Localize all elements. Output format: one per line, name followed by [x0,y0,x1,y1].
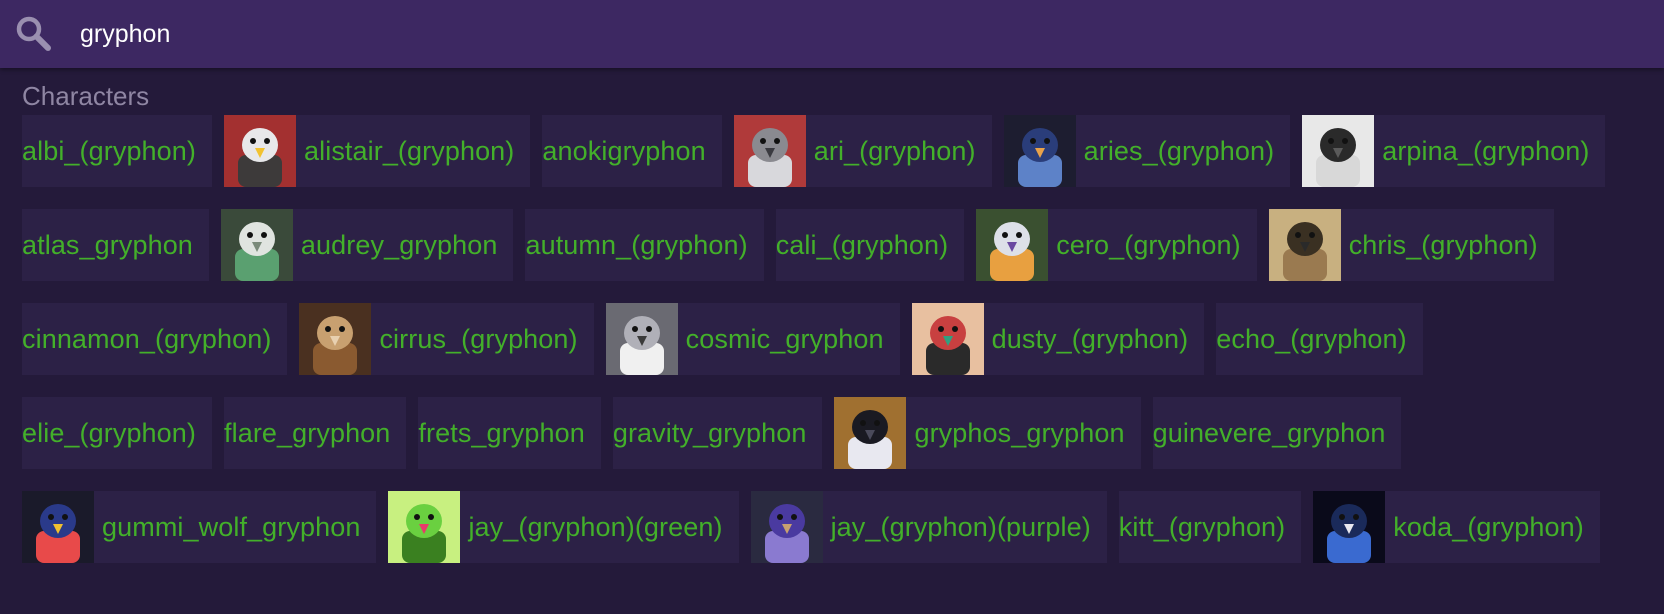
character-link[interactable]: cinnamon_(gryphon) [22,303,271,375]
character-thumbnail[interactable] [224,115,296,187]
character-link[interactable]: elie_(gryphon) [22,397,196,469]
character-chip[interactable]: anokigryphon [542,115,722,187]
character-link[interactable]: kitt_(gryphon) [1119,491,1285,563]
character-chip[interactable]: jay_(gryphon)(green) [388,491,739,563]
character-thumbnail[interactable] [1302,115,1375,187]
character-link[interactable]: frets_gryphon [418,397,584,469]
character-thumbnail[interactable] [911,303,984,375]
search-input[interactable] [80,14,1580,54]
character-chip[interactable]: flare_gryphon [224,397,407,469]
character-link[interactable]: gryphos_gryphon [914,397,1124,469]
character-link[interactable]: cali_(gryphon) [776,209,948,281]
character-chip[interactable]: koda_(gryphon) [1313,491,1600,563]
character-chip[interactable]: autumn_(gryphon) [525,209,764,281]
character-link[interactable]: dusty_(gryphon) [992,303,1189,375]
character-thumbnail[interactable] [22,491,94,563]
character-thumbnail[interactable] [1313,491,1386,563]
character-chip[interactable]: elie_(gryphon) [22,397,212,469]
character-chip[interactable]: aries_(gryphon) [1003,115,1291,187]
character-link[interactable]: atlas_gryphon [22,209,193,281]
character-chip[interactable]: cirrus_(gryphon) [299,303,594,375]
character-link[interactable]: ari_(gryphon) [814,115,976,187]
character-link[interactable]: aries_(gryphon) [1084,115,1275,187]
character-thumbnail[interactable] [976,209,1049,281]
section-title-characters: Characters [22,81,150,111]
character-link[interactable]: cero_(gryphon) [1056,209,1241,281]
character-link[interactable]: gummi_wolf_gryphon [102,491,360,563]
results-row: elie_(gryphon) flare_gryphon frets_gryphon… [22,397,1413,469]
character-link[interactable]: guinevere_gryphon [1153,397,1386,469]
character-thumbnail[interactable] [388,491,461,563]
results-row: gummi_wolf_gryphon jay_(gryphon)(green) ja… [22,491,1612,563]
character-link[interactable]: jay_(gryphon)(green) [468,491,722,563]
character-chip[interactable]: albi_(gryphon) [22,115,212,187]
character-chip[interactable]: cinnamon_(gryphon) [22,303,288,375]
character-thumbnail[interactable] [834,397,907,469]
character-link[interactable]: gravity_gryphon [613,397,807,469]
character-link[interactable]: audrey_gryphon [301,209,498,281]
character-chip[interactable]: frets_gryphon [418,397,601,469]
character-link[interactable]: echo_(gryphon) [1216,303,1407,375]
character-thumbnail[interactable] [750,491,823,563]
character-link[interactable]: alistair_(gryphon) [304,115,514,187]
character-link[interactable]: cirrus_(gryphon) [379,303,577,375]
search-bar [0,0,1664,68]
character-link[interactable]: arpina_(gryphon) [1382,115,1589,187]
character-thumbnail[interactable] [1003,115,1076,187]
character-link[interactable]: flare_gryphon [224,397,390,469]
character-chip[interactable]: cali_(gryphon) [775,209,965,281]
character-chip[interactable]: guinevere_gryphon [1152,397,1402,469]
character-thumbnail[interactable] [1268,209,1341,281]
character-thumbnail[interactable] [299,303,372,375]
character-chip[interactable]: chris_(gryphon) [1268,209,1554,281]
character-chip[interactable]: gummi_wolf_gryphon [22,491,377,563]
search-icon[interactable] [14,14,54,54]
results-row: cinnamon_(gryphon) cirrus_(gryphon) cosmic… [22,303,1435,375]
character-chip[interactable]: atlas_gryphon [22,209,209,281]
character-chip[interactable]: echo_(gryphon) [1216,303,1423,375]
character-link[interactable]: chris_(gryphon) [1349,209,1538,281]
character-chip[interactable]: gravity_gryphon [612,397,823,469]
character-chip[interactable]: jay_(gryphon)(purple) [750,491,1107,563]
character-link[interactable]: cosmic_gryphon [686,303,884,375]
character-chip[interactable]: cero_(gryphon) [976,209,1257,281]
character-link[interactable]: autumn_(gryphon) [525,209,747,281]
character-chip[interactable]: dusty_(gryphon) [911,303,1205,375]
character-link[interactable]: albi_(gryphon) [22,115,196,187]
character-chip[interactable]: kitt_(gryphon) [1118,491,1302,563]
character-link[interactable]: anokigryphon [542,115,705,187]
results-row: atlas_gryphon audrey_gryphon autumn_(gryph… [22,209,1566,281]
character-chip[interactable]: gryphos_gryphon [834,397,1141,469]
character-link[interactable]: jay_(gryphon)(purple) [831,491,1091,563]
character-chip[interactable]: audrey_gryphon [220,209,514,281]
character-link[interactable]: koda_(gryphon) [1393,491,1584,563]
results-row: albi_(gryphon) alistair_(gryphon) anokigry… [22,115,1617,187]
character-thumbnail[interactable] [733,115,806,187]
character-chip[interactable]: alistair_(gryphon) [224,115,531,187]
character-chip[interactable]: arpina_(gryphon) [1302,115,1606,187]
character-thumbnail[interactable] [605,303,678,375]
character-chip[interactable]: ari_(gryphon) [733,115,992,187]
character-chip[interactable]: cosmic_gryphon [605,303,900,375]
character-thumbnail[interactable] [220,209,293,281]
